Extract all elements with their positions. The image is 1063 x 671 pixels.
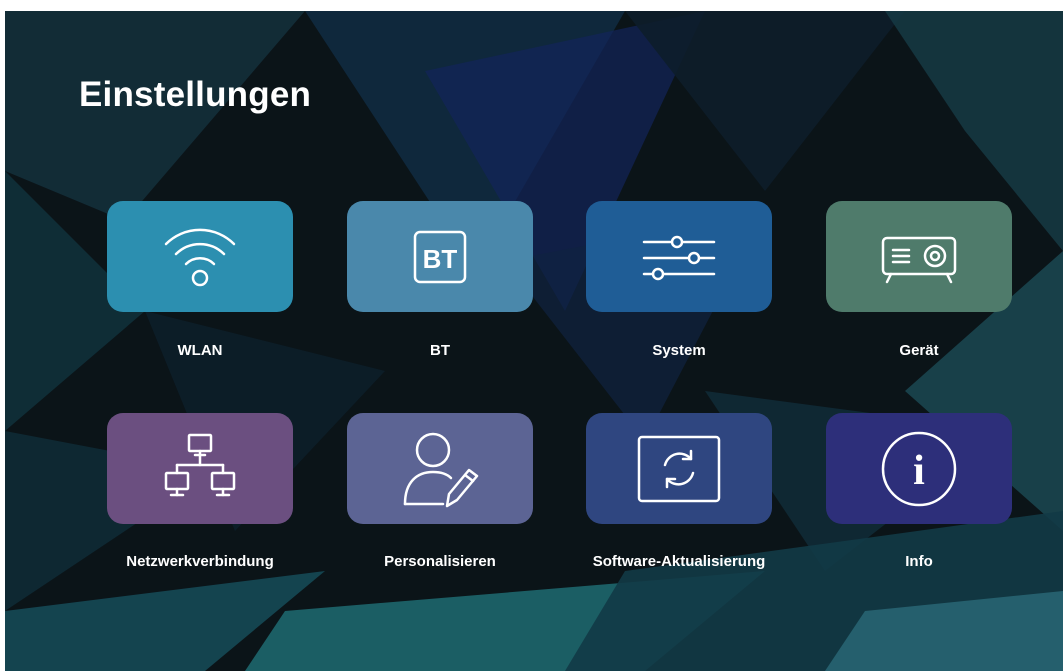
tile-label-personalisieren: Personalisieren bbox=[384, 553, 496, 570]
page-title: Einstellungen bbox=[79, 75, 312, 114]
wifi-icon bbox=[164, 228, 236, 286]
tile-system[interactable] bbox=[586, 201, 772, 312]
projector-icon bbox=[881, 236, 957, 283]
tile-label-bt: BT bbox=[430, 342, 450, 359]
user-edit-icon bbox=[403, 432, 479, 507]
network-icon bbox=[164, 433, 236, 496]
refresh-icon bbox=[637, 435, 721, 502]
tile-wlan[interactable] bbox=[107, 201, 293, 312]
tile-label-netzwerkverbindung: Netzwerkverbindung bbox=[126, 553, 274, 570]
bluetooth-icon: BT bbox=[413, 230, 467, 283]
info-icon-text: i bbox=[913, 448, 925, 494]
info-icon: i bbox=[881, 431, 957, 506]
tile-label-software-aktualisierung: Software-Aktualisierung bbox=[592, 553, 766, 570]
sliders-icon bbox=[642, 235, 716, 280]
tile-label-geraet: Gerät bbox=[899, 342, 939, 359]
tile-info[interactable]: i bbox=[826, 413, 1012, 524]
tile-software-aktualisierung[interactable] bbox=[586, 413, 772, 524]
tile-geraet[interactable] bbox=[826, 201, 1012, 312]
tile-personalisieren[interactable] bbox=[347, 413, 533, 524]
tile-label-info: Info bbox=[905, 553, 933, 570]
tile-label-system: System bbox=[652, 342, 706, 359]
tile-label-wlan: WLAN bbox=[177, 342, 223, 359]
settings-screen: Einstellungen WLAN BT BT System Gerät Ne… bbox=[5, 11, 1063, 671]
bt-icon-text: BT bbox=[423, 244, 458, 274]
tile-bt[interactable]: BT bbox=[347, 201, 533, 312]
tile-netzwerkverbindung[interactable] bbox=[107, 413, 293, 524]
